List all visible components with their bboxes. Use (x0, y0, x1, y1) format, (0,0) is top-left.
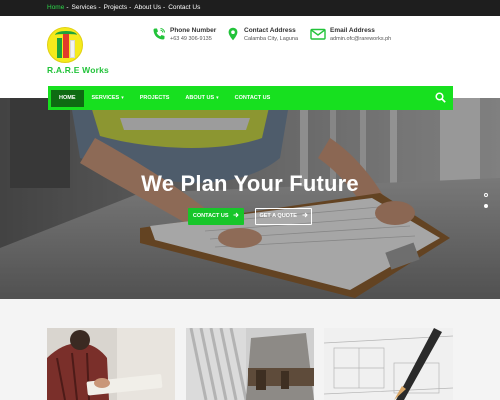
nav-item-home[interactable]: HOME (51, 89, 84, 107)
logo[interactable] (47, 27, 83, 63)
top-link-projects[interactable]: Projects (104, 3, 127, 13)
service-card-image-1[interactable] (47, 328, 175, 400)
top-bar: Home - Services - Projects - About Us - Cont… (0, 0, 500, 16)
brand-name[interactable]: R.A.R.E Works (47, 65, 109, 75)
service-card-image-2[interactable] (186, 328, 314, 400)
top-link-contact-us[interactable]: Contact Us (168, 3, 200, 13)
nav-item-contact-us[interactable]: CONTACT US (227, 90, 279, 107)
map-pin-icon (228, 27, 238, 41)
hero-contact-us-button[interactable]: CONTACT US (188, 208, 244, 225)
address-value: Calamba City, Laguna (244, 36, 299, 42)
hero-headline: We Plan Your Future (141, 171, 359, 196)
arrow-right-icon (302, 212, 308, 217)
hero-get-a-quote-label: GET A QUOTE (259, 213, 297, 219)
top-link-services[interactable]: Services (72, 3, 97, 13)
phone-icon (153, 28, 165, 40)
envelope-icon (310, 28, 326, 40)
email-title: Email Address (330, 27, 375, 34)
top-link-about-us[interactable]: About Us (134, 3, 161, 13)
chevron-down-icon: ▾ (121, 94, 124, 101)
address-title: Contact Address (244, 27, 296, 34)
nav-item-about-us[interactable]: ABOUT US ▾ (177, 90, 226, 107)
phone-contact: Phone Number +63 49 306-9135 (152, 26, 216, 44)
slider-dot-active[interactable] (484, 204, 488, 208)
hero-slider: We Plan Your Future CONTACT US GET A QUO… (0, 98, 500, 299)
chevron-down-icon: ▾ (216, 94, 219, 101)
email-value[interactable]: admin.ofc@rareworks.ph (330, 35, 391, 44)
nav-item-services[interactable]: SERVICES ▾ (84, 90, 132, 107)
phone-value[interactable]: +63 49 306-9135 (170, 35, 216, 44)
pencil-on-blueprint-image (324, 328, 453, 400)
arrow-right-icon (233, 212, 239, 217)
search-icon[interactable] (435, 92, 446, 103)
top-link-home[interactable]: Home (47, 3, 64, 13)
hero-get-a-quote-button[interactable]: GET A QUOTE (255, 208, 312, 225)
hero-contact-us-label: CONTACT US (192, 213, 229, 219)
phone-title: Phone Number (170, 27, 217, 34)
slider-dot[interactable] (484, 193, 488, 197)
main-nav: HOME SERVICES ▾ PROJECTS ABOUT US ▾ CONTAC… (48, 86, 453, 110)
slider-pagination (484, 193, 488, 215)
address-contact: Contact Address Calamba City, Laguna (226, 26, 298, 44)
top-links: Home - Services - Projects - About Us - Cont… (47, 3, 201, 13)
email-contact: Email Address admin.ofc@rareworks.ph (310, 26, 391, 44)
worker-with-blueprints-image (47, 328, 175, 400)
nav-item-projects[interactable]: PROJECTS (132, 90, 178, 107)
builder-with-toolbelt-image (186, 328, 314, 400)
service-card-image-3[interactable] (324, 328, 453, 400)
